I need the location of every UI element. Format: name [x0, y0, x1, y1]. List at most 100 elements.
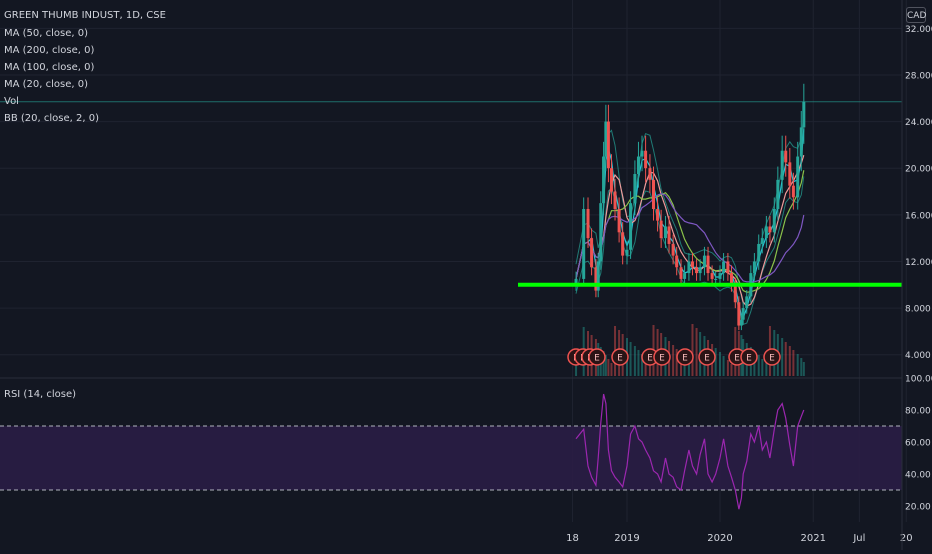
candle-body — [586, 208, 590, 239]
volume-bar — [575, 364, 578, 376]
time-tick-label: 2021 — [801, 533, 826, 544]
candle-body — [602, 156, 606, 204]
price-tick-label: 20.000 — [905, 165, 932, 175]
candle-body — [651, 179, 655, 209]
volume-bar — [730, 364, 733, 376]
currency-badge[interactable]: CAD — [906, 7, 926, 23]
candle-body — [679, 267, 683, 279]
candle-body — [710, 273, 714, 279]
earnings-marker[interactable]: E — [611, 348, 629, 366]
earnings-marker-label: E — [704, 354, 710, 364]
volume-bar — [784, 342, 787, 376]
price-tick-label: 32.000 — [905, 25, 932, 35]
candle-body — [599, 203, 603, 262]
volume-bar — [765, 363, 768, 376]
volume-bar — [802, 362, 805, 376]
earnings-marker-label: E — [647, 354, 653, 364]
price-tick-label: 28.000 — [905, 71, 932, 81]
earnings-marker[interactable]: E — [588, 348, 606, 366]
candle-body — [776, 179, 780, 209]
time-tick-label: Jul — [852, 533, 865, 544]
rsi-legend[interactable]: RSI (14, close) — [4, 389, 76, 401]
candle-body — [698, 267, 702, 274]
candle-body — [667, 226, 671, 244]
candle-body — [644, 150, 648, 169]
candle-body — [760, 238, 764, 244]
candle-body — [702, 255, 706, 268]
volume-bar — [722, 356, 725, 376]
ma50-legend[interactable]: MA (50, close, 0) — [4, 28, 88, 40]
volume-bar — [726, 360, 729, 376]
earnings-marker[interactable]: E — [653, 348, 671, 366]
candle-body — [617, 208, 621, 233]
candle-body — [621, 232, 625, 256]
candle-body — [764, 226, 768, 239]
candle-body — [633, 174, 637, 204]
volume-bar — [792, 350, 795, 376]
volume-bar — [637, 350, 640, 376]
candle-body — [675, 255, 679, 268]
chart-canvas[interactable]: EEEEEEEEEEEE 4.0008.00012.00016.00020.00… — [0, 0, 932, 550]
candle-body — [659, 220, 663, 239]
candle-body — [757, 243, 761, 262]
candle-body — [706, 255, 710, 274]
candle-body — [656, 208, 660, 221]
candle-body — [625, 249, 629, 256]
candle-body — [741, 308, 745, 320]
earnings-marker[interactable]: E — [740, 348, 758, 366]
candle-body — [683, 273, 687, 279]
candle-body — [796, 156, 800, 198]
volume-bar — [633, 346, 636, 376]
chart-container[interactable]: EEEEEEEEEEEE 4.0008.00012.00016.00020.00… — [0, 0, 932, 550]
candle-body — [780, 150, 784, 180]
earnings-marker[interactable]: E — [763, 348, 781, 366]
candle-body — [788, 162, 792, 186]
price-tick-label: 24.000 — [905, 118, 932, 128]
candle-body — [722, 261, 726, 274]
candle-body — [695, 267, 699, 274]
candle-body — [739, 319, 743, 326]
volume-bar — [695, 328, 698, 376]
time-tick-label: 18 — [566, 533, 579, 544]
candle-body — [784, 150, 788, 163]
earnings-marker[interactable]: E — [698, 348, 716, 366]
ma200-legend[interactable]: MA (200, close, 0) — [4, 45, 94, 57]
candle-body — [582, 208, 586, 279]
rsi-tick-label: 80.00 — [905, 407, 931, 417]
candle-body — [714, 278, 718, 280]
ma20-legend[interactable]: MA (20, close, 0) — [4, 79, 88, 91]
candle-body — [663, 226, 667, 239]
volume-bar — [788, 346, 791, 376]
candle-body — [687, 261, 691, 274]
candle-body — [733, 284, 737, 303]
earnings-marker[interactable]: E — [676, 348, 694, 366]
earnings-marker-label: E — [594, 354, 600, 364]
candle-body — [791, 185, 795, 198]
volume-bar — [796, 354, 799, 376]
chart-title[interactable]: GREEN THUMB INDUST, 1D, CSE — [4, 10, 166, 22]
volume-bar — [629, 342, 632, 376]
earnings-marker-label: E — [746, 354, 752, 364]
volume-bar — [607, 359, 610, 376]
rsi-background-band — [0, 426, 902, 490]
volume-legend[interactable]: Vol — [4, 96, 19, 108]
candle-body — [640, 150, 644, 157]
earnings-marker-label: E — [682, 354, 688, 364]
rsi-tick-label: 60.00 — [905, 439, 931, 449]
time-tick-label: 2019 — [614, 533, 639, 544]
candle-body — [590, 238, 594, 268]
bb-legend[interactable]: BB (20, close, 2, 0) — [4, 113, 99, 125]
candle-body — [745, 296, 749, 309]
candle-body — [752, 261, 756, 274]
volume-bar — [610, 363, 613, 376]
candle-body — [726, 261, 730, 274]
volume-bar — [719, 352, 721, 376]
candle-body — [799, 127, 803, 157]
candle-body — [768, 226, 772, 233]
ma100-legend[interactable]: MA (100, close, 0) — [4, 62, 94, 74]
candle-body — [690, 261, 694, 268]
rsi-band — [0, 425, 902, 491]
volume-bar — [672, 345, 675, 376]
candle-body — [718, 273, 722, 279]
candle-body — [636, 156, 640, 175]
